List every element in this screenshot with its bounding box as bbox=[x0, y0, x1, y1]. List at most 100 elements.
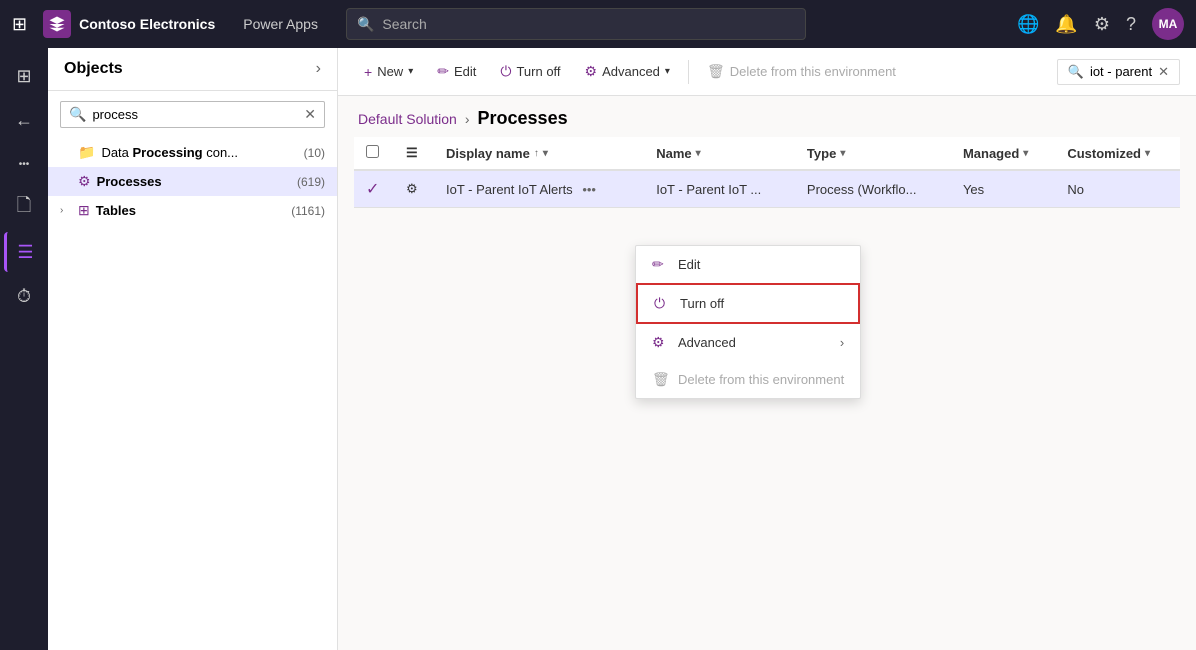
process-icon: ⚙ bbox=[78, 173, 91, 190]
name-sort-icon: ▾ bbox=[696, 148, 701, 159]
search-input[interactable] bbox=[382, 16, 795, 32]
header-display-name[interactable]: Display name ↑ ▾ bbox=[434, 137, 644, 170]
new-dropdown-icon: ▾ bbox=[408, 66, 413, 77]
ctx-edit[interactable]: ✏ Edit bbox=[636, 246, 860, 283]
sidebar-item-objects[interactable]: ☰ bbox=[4, 232, 44, 272]
sidebar-item-pages[interactable]: 🗋 bbox=[4, 188, 44, 228]
table-body: ✓ ⚙ IoT - Parent IoT Alerts ••• IoT - Pa… bbox=[354, 170, 1180, 208]
row-status-check: ✓ bbox=[366, 181, 379, 198]
sidebar-item-back[interactable]: ← bbox=[4, 100, 44, 140]
help-icon[interactable]: ? bbox=[1126, 14, 1136, 35]
edit-icon: ✏ bbox=[437, 63, 449, 80]
row-context-menu-button[interactable]: ••• bbox=[576, 180, 602, 199]
row-name-cell: IoT - Parent IoT ... bbox=[644, 170, 795, 208]
tree-item-label: Data Processing con... bbox=[101, 145, 297, 160]
global-search[interactable]: 🔍 bbox=[346, 8, 806, 40]
row-check-cell: ✓ bbox=[354, 170, 394, 208]
plus-icon: + bbox=[364, 64, 372, 80]
managed-label: Managed bbox=[963, 146, 1019, 161]
brand: Contoso Electronics bbox=[43, 10, 215, 38]
managed-sort-icon: ▾ bbox=[1023, 148, 1028, 159]
row-name: IoT - Parent IoT ... bbox=[656, 182, 761, 197]
header-type[interactable]: Type ▾ bbox=[795, 137, 951, 170]
objects-search-field[interactable]: 🔍 ✕ bbox=[60, 101, 325, 128]
advanced-dropdown-icon: ▾ bbox=[665, 66, 670, 77]
tree-item-label: Tables bbox=[96, 203, 285, 218]
delete-icon: 🗑 bbox=[707, 63, 725, 80]
turnoff-button[interactable]: ⏻ Turn off bbox=[490, 57, 570, 86]
ctx-advanced[interactable]: ⚙ Advanced › bbox=[636, 324, 860, 361]
advanced-button-label: Advanced bbox=[602, 64, 660, 79]
new-button-label: New bbox=[377, 64, 403, 79]
row-customized: No bbox=[1067, 182, 1084, 197]
row-managed-cell: Yes bbox=[951, 170, 1055, 208]
search-icon: 🔍 bbox=[357, 16, 374, 33]
advanced-submenu-arrow-icon: › bbox=[840, 335, 844, 350]
row-type: Process (Workflo... bbox=[807, 182, 917, 197]
row-display-name: IoT - Parent IoT Alerts bbox=[446, 182, 573, 197]
sort-icon: ☰ bbox=[406, 145, 418, 160]
tree-item-processes[interactable]: ⚙ Processes (619) bbox=[48, 167, 337, 196]
brand-name: Contoso Electronics bbox=[79, 16, 215, 32]
select-all-checkbox[interactable] bbox=[366, 145, 379, 158]
customized-sort-icon: ▾ bbox=[1145, 148, 1150, 159]
ctx-turnoff-label: Turn off bbox=[680, 296, 724, 311]
environment-icon[interactable]: 🌐 bbox=[1017, 14, 1039, 35]
tree-item-count: (619) bbox=[297, 175, 325, 189]
row-managed: Yes bbox=[963, 182, 984, 197]
ctx-delete[interactable]: 🗑 Delete from this environment bbox=[636, 361, 860, 398]
header-customized[interactable]: Customized ▾ bbox=[1055, 137, 1180, 170]
row-display-name-cell: IoT - Parent IoT Alerts ••• bbox=[434, 170, 644, 208]
brand-logo bbox=[43, 10, 71, 38]
breadcrumb: Default Solution › Processes bbox=[338, 96, 1196, 137]
turnoff-button-label: Turn off bbox=[516, 64, 560, 79]
breadcrumb-separator: › bbox=[465, 111, 470, 127]
sort-desc-icon: ▾ bbox=[543, 148, 548, 159]
filter-value: iot - parent bbox=[1090, 64, 1152, 79]
edit-ctx-icon: ✏ bbox=[652, 256, 668, 273]
edit-button-label: Edit bbox=[454, 64, 476, 79]
collapse-panel-button[interactable]: › bbox=[316, 60, 321, 78]
table-row[interactable]: ✓ ⚙ IoT - Parent IoT Alerts ••• IoT - Pa… bbox=[354, 170, 1180, 208]
app-name: Power Apps bbox=[243, 16, 318, 32]
tree-item-tables[interactable]: › ⊞ Tables (1161) bbox=[48, 196, 337, 225]
settings-icon[interactable]: ⚙ bbox=[1094, 14, 1110, 35]
new-button[interactable]: + New ▾ bbox=[354, 58, 423, 86]
tree-item-label: Processes bbox=[97, 174, 291, 189]
header-name[interactable]: Name ▾ bbox=[644, 137, 795, 170]
toolbar-separator bbox=[688, 60, 689, 84]
table-container: ☰ Display name ↑ ▾ Name bbox=[338, 137, 1196, 208]
breadcrumb-current: Processes bbox=[478, 108, 568, 129]
objects-panel: Objects › 🔍 ✕ 📁 Data Processing con... (… bbox=[48, 48, 338, 650]
toolbar: + New ▾ ✏ Edit ⏻ Turn off ⚙ Advanced ▾ 🗑… bbox=[338, 48, 1196, 96]
sidebar-item-apps[interactable]: ⊞ bbox=[4, 56, 44, 96]
edit-button[interactable]: ✏ Edit bbox=[427, 57, 486, 86]
ctx-delete-label: Delete from this environment bbox=[678, 372, 844, 387]
breadcrumb-parent[interactable]: Default Solution bbox=[358, 111, 457, 127]
nav-icons: 🌐 🔔 ⚙ ? MA bbox=[1017, 8, 1184, 40]
header-managed[interactable]: Managed ▾ bbox=[951, 137, 1055, 170]
sidebar-item-more[interactable]: ••• bbox=[4, 144, 44, 184]
main-content: + New ▾ ✏ Edit ⏻ Turn off ⚙ Advanced ▾ 🗑… bbox=[338, 48, 1196, 650]
objects-search-input[interactable] bbox=[92, 107, 298, 122]
header-icon: ☰ bbox=[394, 137, 434, 170]
ctx-edit-label: Edit bbox=[678, 257, 700, 272]
search-field-icon: 🔍 bbox=[69, 106, 86, 123]
apps-grid-icon[interactable]: ⊞ bbox=[12, 14, 27, 35]
advanced-button[interactable]: ⚙ Advanced ▾ bbox=[575, 57, 680, 86]
ctx-turnoff[interactable]: ⏻ Turn off bbox=[636, 283, 860, 324]
row-type-cell: Process (Workflo... bbox=[795, 170, 951, 208]
filter-search[interactable]: 🔍 iot - parent ✕ bbox=[1057, 59, 1180, 85]
clear-search-button[interactable]: ✕ bbox=[304, 106, 316, 123]
toolbar-right: 🔍 iot - parent ✕ bbox=[1057, 59, 1180, 85]
close-filter-button[interactable]: ✕ bbox=[1158, 64, 1169, 80]
objects-panel-header: Objects › bbox=[48, 48, 337, 91]
type-sort-icon: ▾ bbox=[840, 148, 845, 159]
delete-button[interactable]: 🗑 Delete from this environment bbox=[697, 57, 906, 86]
tree-item-data-processing[interactable]: 📁 Data Processing con... (10) bbox=[48, 138, 337, 167]
sidebar-item-history[interactable]: ⏱ bbox=[4, 276, 44, 316]
bell-icon[interactable]: 🔔 bbox=[1055, 14, 1077, 35]
avatar[interactable]: MA bbox=[1152, 8, 1184, 40]
type-label: Type bbox=[807, 146, 836, 161]
tree-item-count: (1161) bbox=[291, 204, 325, 218]
